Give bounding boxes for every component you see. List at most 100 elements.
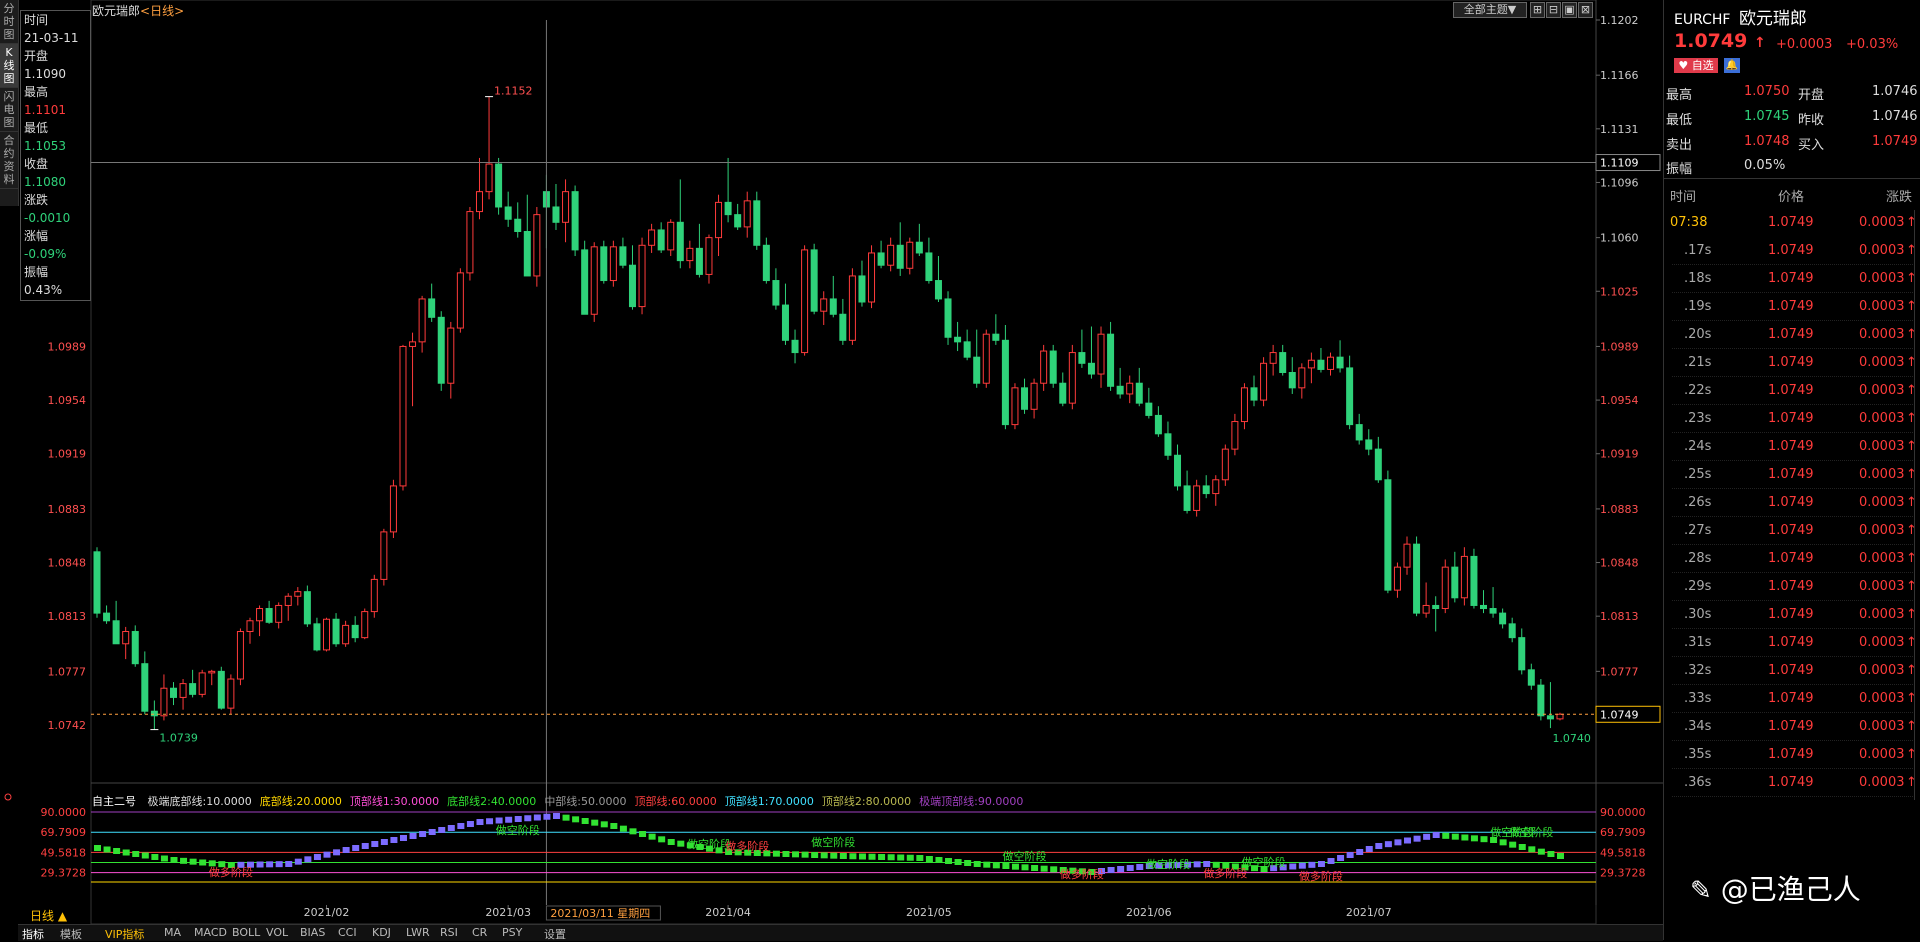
info-high: 1.1101 [24,103,66,117]
tick-row: .30s 1.0749 0.0003 ↑ [1664,601,1920,629]
tick-price: 1.0749 [1768,775,1814,790]
indicator-param: 顶部线:60.0000 [634,795,717,808]
price-tick-label: 1.1096 [1600,176,1639,189]
bottom-tab[interactable]: LWR [406,926,430,939]
indicator-bar [390,837,398,843]
period-button[interactable]: 日线 ▲ [30,907,67,924]
candle [1393,566,1401,591]
tick-change: 0.0003 [1859,355,1905,370]
indicator-bar [868,853,876,860]
indicator-level-right: 49.5818 [1600,846,1646,859]
chart-period[interactable]: <日线> [140,4,184,18]
bottom-tab-bar: 指标 模板 VIP指标 MA MACD BOLL VOL BIAS CCI KDJ LWR RSI CR… [18,924,1663,941]
indicator-bar [438,827,446,833]
tick-list[interactable]: 07:38 1.0749 0.0003 ↑ .17s 1.0749 0.0003 ↑ .18s 1… [1664,209,1920,799]
indicator-bar [1126,865,1134,871]
indicator-bar [122,849,130,856]
indicator-bar [1040,865,1048,872]
candle [256,608,264,622]
tick-change: 0.0003 [1859,467,1905,482]
candle [1508,623,1516,639]
tab-kline[interactable]: K线图 [0,44,18,88]
tick-price: 1.0749 [1768,355,1814,370]
tick-price: 1.0749 [1768,691,1814,706]
bottom-tab[interactable]: CR [472,926,487,939]
indicator-annotation: 做空阶段 [496,823,540,837]
indicator-level-left: 49.5818 [41,846,87,859]
left-price-label: 1.0989 [48,340,87,353]
watermark: ✎ @已渔己人 [1690,868,1861,908]
indicator-bar [572,816,580,823]
bottom-tab[interactable]: BIAS [300,926,325,939]
candle [389,485,397,533]
quote-change: +0.0003 [1776,37,1833,52]
indicator-param: 底部线:20.0000 [259,795,342,808]
close-icon[interactable]: ⊠ [1578,2,1593,18]
tick-row: .18s 1.0749 0.0003 ↑ [1664,265,1920,293]
bottom-tab[interactable]: BOLL [232,926,260,939]
indicator-bar [619,825,627,832]
candle [189,683,197,695]
candle [246,620,254,633]
candle [982,333,990,384]
last-low-label: 1.0740 [1552,732,1591,745]
indicator-bar [275,861,283,868]
indicator-bar [820,852,828,859]
quote-symbol: EURCHF [1674,12,1731,28]
favorite-button[interactable]: ♥ 自选 [1674,58,1718,73]
left-price-label: 1.0777 [48,665,87,678]
tick-time: .30s [1684,607,1712,622]
indicator-bar [1136,864,1144,870]
candle [609,246,617,282]
bottom-tab[interactable]: MA [164,926,181,939]
indicator-bar [830,852,838,859]
indicator-param: 中部线:50.0000 [544,795,627,808]
indicator-bar [361,843,369,849]
bottom-tab[interactable]: PSY [502,926,522,939]
layout-icon[interactable]: ⊞ [1530,2,1545,18]
candle [456,272,464,329]
indicator-bar [1384,841,1392,848]
candle [150,710,158,717]
window-icon[interactable]: ▣ [1562,2,1577,18]
candle [103,612,111,622]
indicator-bar [1031,865,1039,871]
bottom-tab[interactable]: KDJ [372,926,391,939]
indicator-bar [1327,858,1335,864]
tick-change: 0.0003 [1859,411,1905,426]
indicator-bar [1375,843,1383,849]
candle [1432,604,1440,610]
indicator-settings-icon [4,793,12,801]
candle [236,631,244,680]
candle [1193,485,1201,511]
candle [1499,612,1507,625]
indicator-bar [94,845,101,851]
theme-select[interactable]: 全部主题▼ [1453,2,1527,18]
candle [762,244,770,282]
tick-scrollbar[interactable] [1914,210,1920,800]
tick-row: .25s 1.0749 0.0003 ↑ [1664,461,1920,489]
bell-icon[interactable]: 🔔 [1724,58,1740,73]
value-buy: 1.0749 [1872,134,1918,149]
indicator-name[interactable]: 自主二号 [92,795,136,808]
bottom-tab[interactable]: RSI [440,926,458,939]
indicator-bar [1011,863,1019,870]
bottom-tab[interactable]: MACD [194,926,227,939]
indicator-bar [1002,863,1010,869]
tab-flash[interactable]: 闪电图 [0,88,18,132]
indicator-bar [313,854,321,860]
tab-timeshare[interactable]: 分时图 [0,0,18,44]
tick-price: 1.0749 [1768,719,1814,734]
candle [169,687,177,698]
bottom-tab[interactable]: CCI [338,926,357,939]
tab-contract-info[interactable]: 合约资料 [0,132,18,189]
toggle-icon[interactable]: ⊟ [1546,2,1561,18]
tick-time: .22s [1684,383,1712,398]
candle [571,191,579,251]
candle [781,304,789,341]
bottom-tab[interactable]: VOL [266,926,288,939]
label-low: 最低 [1666,113,1693,128]
kline-chart[interactable]: 1.1202 1.1166 1.1131 1.1096 1.1060 1.1025 1.09… [0,0,1663,924]
tick-row: .17s 1.0749 0.0003 ↑ [1664,237,1920,265]
value-high: 1.0750 [1744,84,1790,99]
